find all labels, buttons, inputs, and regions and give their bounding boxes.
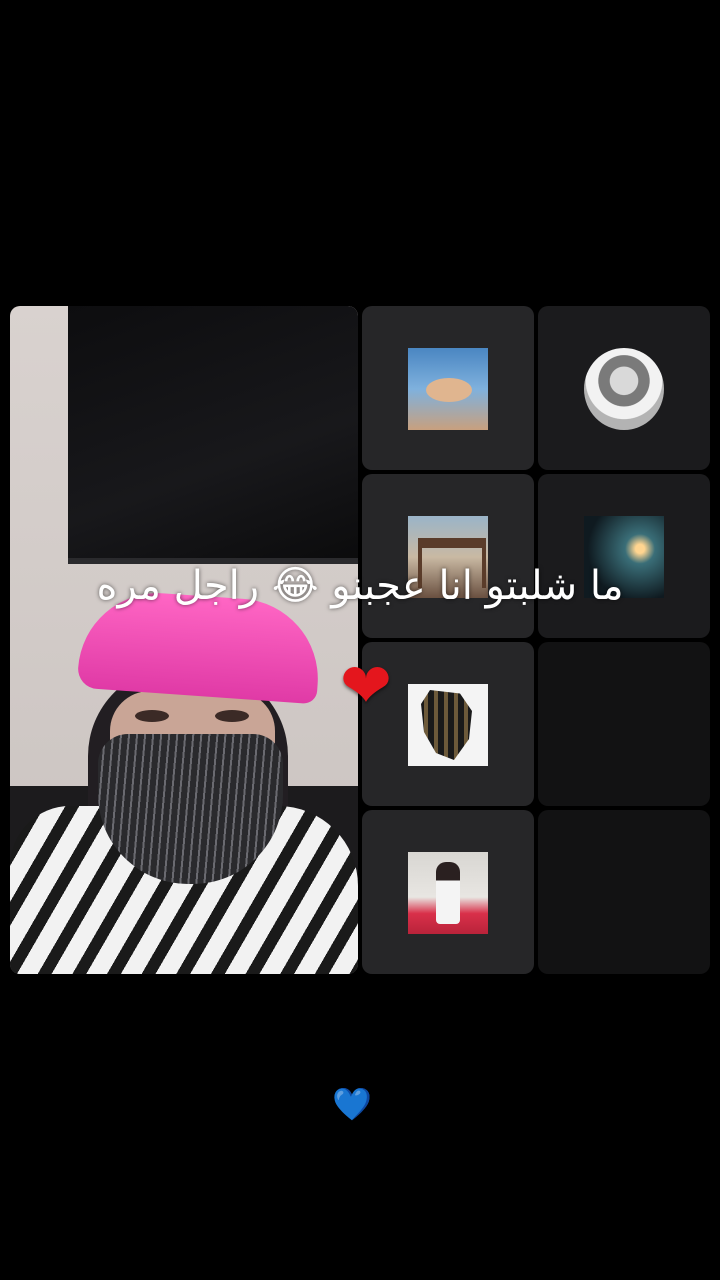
guest-seat-8-empty[interactable] [538,810,710,974]
guest-seat-2[interactable] [538,306,710,470]
guest-avatar-person[interactable] [408,852,488,934]
background-tv [68,306,358,564]
red-heart-icon: ❤ [340,649,392,722]
guest-seat-6-empty[interactable] [538,642,710,806]
blue-heart-icon: 💙 [332,1085,372,1123]
guest-seat-1[interactable] [362,306,534,470]
overlay-comment: ما شلبتو انا عجبنو 😂 راجل مره [96,563,624,609]
live-room-screen: ما شلبتو انا عجبنو 😂 راجل مره ❤ 💙 [0,0,720,1280]
host-eye-right [215,710,249,722]
host-eye-left [135,710,169,722]
guest-avatar-hands[interactable] [408,348,488,430]
guest-avatar-map[interactable] [408,684,488,766]
host-video-tile[interactable] [10,306,358,974]
guest-avatar-man[interactable] [584,348,664,430]
guest-seat-7[interactable] [362,810,534,974]
